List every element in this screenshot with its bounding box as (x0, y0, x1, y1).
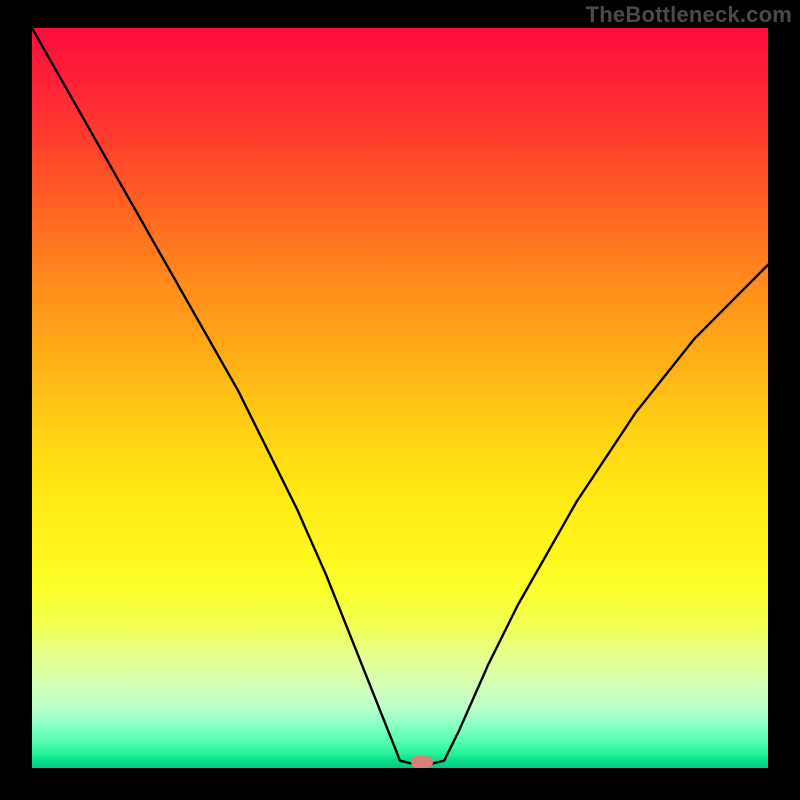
chart-frame: TheBottleneck.com (0, 0, 800, 800)
watermark-text: TheBottleneck.com (586, 2, 792, 28)
optimum-marker (411, 756, 433, 768)
bottleneck-curve (32, 28, 768, 768)
plot-area (32, 28, 768, 768)
